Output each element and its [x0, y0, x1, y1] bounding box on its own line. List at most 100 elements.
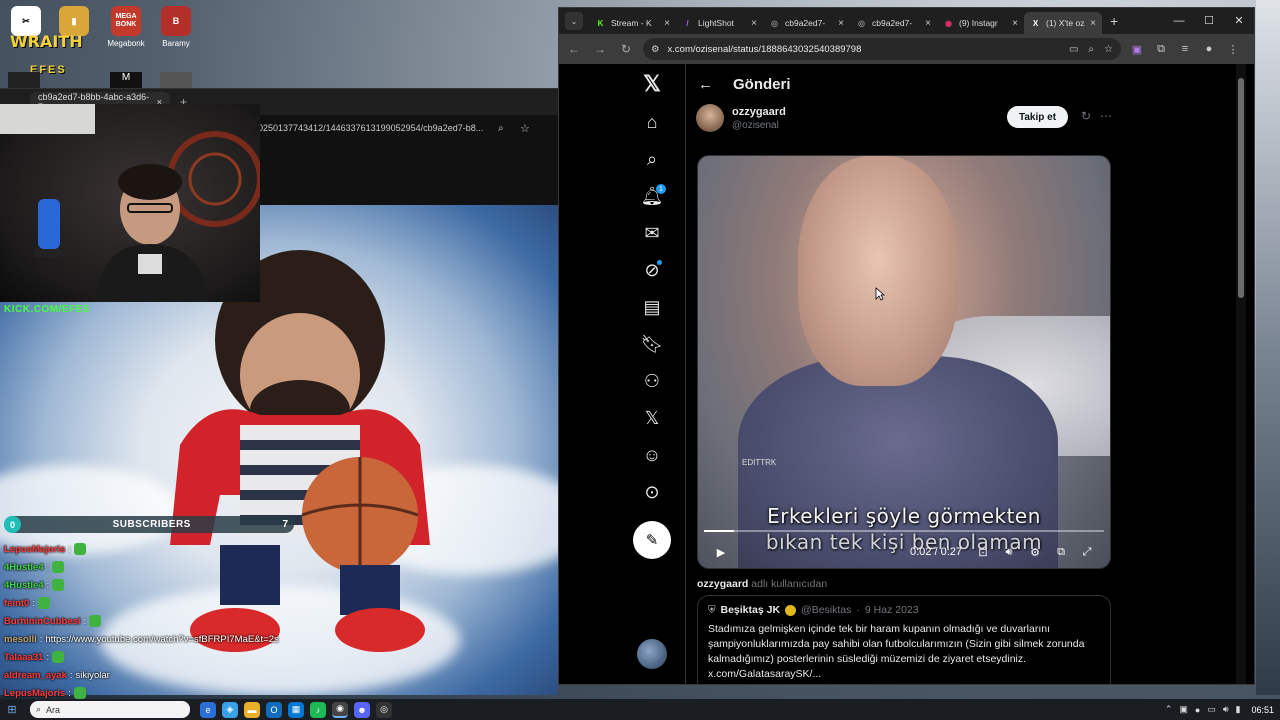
bookmark-star-icon[interactable]: ☆	[1104, 44, 1113, 55]
bookmark-star-icon[interactable]: ☆	[520, 122, 530, 135]
quoted-date[interactable]: 9 Haz 2023	[865, 604, 919, 616]
desktop-icon-partial[interactable]	[8, 72, 40, 88]
desktop-icon-megabonk[interactable]: MEGA BONK Megabonk	[102, 6, 150, 48]
more-options-icon[interactable]: ⋯	[1100, 109, 1112, 123]
tab-search-dropdown[interactable]: ⌄	[565, 12, 583, 30]
volume-icon[interactable]: 🔊︎	[996, 546, 1022, 559]
reload-icon[interactable]: ↻	[617, 42, 635, 56]
outlook-icon[interactable]: O	[266, 701, 282, 718]
desktop-icon-partial[interactable]: M	[110, 72, 142, 88]
zoom-icon[interactable]: ⌕	[1088, 44, 1094, 55]
communities-icon[interactable]: ⚇	[632, 363, 672, 400]
chat-username[interactable]: 4Hustle4	[4, 580, 44, 591]
file-explorer-icon[interactable]: ▬	[244, 701, 260, 718]
author-handle[interactable]: @ozisenal	[732, 120, 786, 131]
extensions-puzzle-icon[interactable]: ⧉	[1153, 43, 1169, 56]
browser-tab[interactable]: ◉ (9) Instagr ×	[937, 12, 1024, 34]
video-progress-bar[interactable]	[704, 530, 1104, 532]
forward-icon[interactable]: →	[591, 42, 609, 56]
compose-post-button[interactable]: ✎	[633, 521, 671, 559]
clock-time[interactable]: 06:51	[1251, 705, 1274, 715]
taskbar-search[interactable]: ⌕ Ara	[30, 701, 190, 718]
lists-icon[interactable]: ▤	[632, 289, 672, 326]
besiktas-avatar-icon[interactable]: ⛨	[708, 605, 716, 616]
browser-tab[interactable]: / LightShot ×	[676, 12, 763, 34]
bookmarks-icon[interactable]: 🔖︎	[632, 326, 672, 363]
search-icon[interactable]: ⌕	[632, 141, 672, 178]
chat-username[interactable]: LepusMajoris	[4, 544, 65, 555]
browser-tab[interactable]: X (1) X'te ozz ×	[1024, 12, 1102, 34]
desktop-icon-baramy[interactable]: B Baramy	[152, 6, 200, 48]
maximize-button[interactable]: ☐	[1194, 8, 1224, 34]
edge-icon[interactable]: e	[200, 701, 216, 718]
desktop-icon-partial[interactable]	[160, 72, 192, 88]
quoted-post[interactable]: ⛨ Beşiktaş JK @Besiktas · 9 Haz 2023 Sta…	[697, 595, 1111, 684]
tab-close-icon[interactable]: ×	[1090, 18, 1096, 29]
grok-icon[interactable]: ⊘	[632, 252, 672, 289]
site-info-icon[interactable]: ⚙	[651, 44, 660, 55]
x-logo-icon[interactable]: 𝕏	[632, 64, 672, 104]
chat-username[interactable]: mesolli	[4, 634, 37, 645]
quoted-author-name[interactable]: Beşiktaş JK	[721, 604, 781, 616]
tray-app-icon[interactable]: ▣	[1179, 704, 1188, 715]
address-bar[interactable]: ⚙ x.com/ozisenal/status/1888643032540389…	[643, 38, 1121, 60]
tab-close-icon[interactable]: ×	[664, 18, 670, 29]
tab-close-icon[interactable]: ×	[838, 18, 844, 29]
tab-close-icon[interactable]: ×	[751, 18, 757, 29]
fullscreen-icon[interactable]: ⤢	[1074, 546, 1100, 559]
browser-window[interactable]: ⌄ K Stream - K × / LightShot × ◎ cb9a2ed7- × ◎ cb9…	[558, 7, 1255, 685]
home-icon[interactable]: ⌂	[632, 104, 672, 141]
author-name[interactable]: ozzygaard	[732, 106, 786, 118]
chat-username[interactable]: aldream_ayak	[4, 670, 67, 681]
browser-tab[interactable]: K Stream - K ×	[589, 12, 676, 34]
notifications-bell-icon[interactable]: 🔔︎ 1	[632, 178, 672, 215]
tab-close-icon[interactable]: ×	[1012, 18, 1018, 29]
zoom-icon[interactable]: ⌕	[498, 123, 504, 134]
discord-icon[interactable]: ☻	[354, 701, 370, 718]
chat-username[interactable]: Talaaa31	[4, 652, 43, 663]
tray-chevron-icon[interactable]: ⌃	[1165, 704, 1173, 715]
new-tab-button[interactable]: +	[1110, 13, 1118, 29]
chat-username[interactable]: BurhininCubbesi	[4, 616, 81, 627]
scrollbar-thumb[interactable]	[1238, 78, 1244, 298]
back-arrow-icon[interactable]: ←	[698, 76, 713, 93]
tray-app-icon[interactable]: ●	[1195, 705, 1200, 715]
chat-username[interactable]: 4Hustle4	[4, 562, 44, 573]
quoted-author-handle[interactable]: @Besiktas	[801, 604, 851, 616]
chat-username[interactable]: feint0	[4, 598, 29, 609]
battery-icon[interactable]: ▮	[1236, 704, 1241, 715]
settings-gear-icon[interactable]: ⚙	[1022, 546, 1048, 559]
page-scrollbar[interactable]	[1236, 64, 1246, 684]
start-windows-icon[interactable]: ⊞	[0, 699, 24, 720]
captions-icon[interactable]: ⊡	[970, 546, 996, 559]
account-avatar[interactable]	[637, 639, 667, 669]
browser-tab[interactable]: ◎ cb9a2ed7- ×	[850, 12, 937, 34]
volume-icon[interactable]: 🔊︎	[1223, 704, 1229, 715]
menu-icon[interactable]: ⋮	[1225, 43, 1241, 56]
network-icon[interactable]: ▭	[1207, 704, 1216, 715]
premium-x-icon[interactable]: 𝕏	[632, 400, 672, 437]
picture-in-picture-icon[interactable]: ⧉	[1048, 546, 1074, 559]
more-circle-icon[interactable]: ⊙	[632, 474, 672, 511]
url-text[interactable]: x.com/ozisenal/status/188864303254038979…	[668, 44, 862, 55]
browser-tab[interactable]: ◎ cb9a2ed7- ×	[763, 12, 850, 34]
play-icon[interactable]: ▶	[708, 546, 734, 559]
grok-explain-icon[interactable]: ↻	[1081, 109, 1091, 123]
store-icon[interactable]: ▦	[288, 701, 304, 718]
tab-close-icon[interactable]: ×	[925, 18, 931, 29]
background-url[interactable]: 0250137743412/1446337613199052954/cb9a2e…	[258, 123, 483, 133]
media-control-icon[interactable]: ≡	[1177, 43, 1193, 55]
back-icon[interactable]: ←	[565, 42, 583, 56]
spotify-icon[interactable]: ♪	[310, 701, 326, 718]
profile-icon[interactable]: ●	[1201, 43, 1217, 55]
profile-person-icon[interactable]: ☺	[632, 437, 672, 474]
quote-from-user[interactable]: ozzygaard	[697, 578, 748, 590]
chat-username[interactable]: LepusMajoris	[4, 688, 65, 699]
chrome-icon[interactable]: ◉	[332, 701, 348, 718]
author-avatar[interactable]	[696, 104, 724, 132]
cast-icon[interactable]: ▭	[1069, 44, 1078, 55]
minimize-button[interactable]: —	[1164, 8, 1194, 34]
follow-button[interactable]: Takip et	[1007, 106, 1069, 128]
extension-icon[interactable]: ▣	[1129, 43, 1145, 56]
post-author[interactable]: ozzygaard @ozisenal	[696, 104, 786, 132]
